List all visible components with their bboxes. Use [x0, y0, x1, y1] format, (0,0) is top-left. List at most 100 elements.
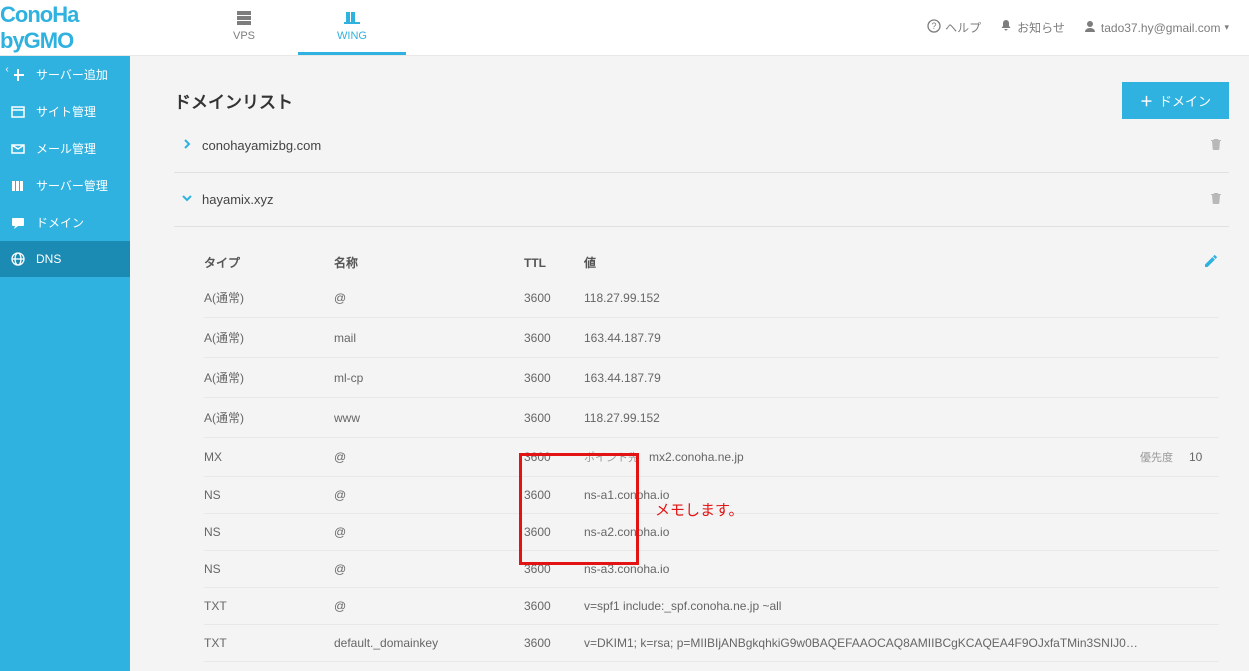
record-type: MX	[204, 450, 334, 464]
logo-subtext: byGMO	[0, 28, 73, 53]
record-type: A(通常)	[204, 289, 334, 306]
record-ttl: 3600	[524, 636, 584, 650]
record-value: 118.27.99.152	[584, 291, 660, 305]
notice-link[interactable]: お知らせ	[999, 19, 1065, 36]
top-right-menu: ? ヘルプ お知らせ tado37.hy@gmail.com ▾	[927, 0, 1249, 55]
sidebar-item-add-server[interactable]: サーバー追加	[0, 56, 130, 93]
record-ttl: 3600	[524, 450, 584, 464]
chevron-down-icon: ▾	[1224, 22, 1229, 33]
record-type: A(通常)	[204, 369, 334, 386]
record-value: mx2.conoha.ne.jp	[649, 450, 744, 464]
window-icon	[10, 104, 26, 120]
record-type: NS	[204, 488, 334, 502]
dns-header-row: タイプ 名称 TTL 値	[204, 253, 1219, 278]
help-link[interactable]: ? ヘルプ	[927, 19, 981, 36]
record-type: TXT	[204, 636, 334, 650]
tab-vps[interactable]: VPS	[190, 0, 298, 55]
record-type: A(通常)	[204, 409, 334, 426]
sidebar-item-label: ドメイン	[36, 214, 84, 231]
main-panel: ドメインリスト ＋ ドメイン conohayamizbg.com hayamix.…	[130, 56, 1249, 671]
record-value: v=DKIM1; k=rsa; p=MIIBIjANBgkqhkiG9w0BAQ…	[584, 636, 1138, 650]
sidebar-item-site[interactable]: サイト管理	[0, 93, 130, 130]
user-email: tado37.hy@gmail.com	[1101, 21, 1221, 35]
record-value: ns-a3.conoha.io	[584, 562, 669, 576]
record-value: ns-a1.conoha.io	[584, 488, 669, 502]
content-area: ‹ サーバー追加サイト管理メール管理サーバー管理ドメイン DNS ドメインリスト …	[0, 56, 1249, 671]
domain-row[interactable]: conohayamizbg.com	[174, 119, 1229, 173]
record-name: ml-cp	[334, 371, 524, 385]
chat-icon	[10, 215, 26, 231]
page-header: ドメインリスト ＋ ドメイン	[174, 82, 1229, 119]
dns-record-row: MX@3600ポイント先 mx2.conoha.ne.jp 優先度 10	[204, 438, 1219, 477]
record-type: NS	[204, 562, 334, 576]
dns-record-row: A(通常)mail3600163.44.187.79	[204, 318, 1219, 358]
tab-wing-label: WING	[337, 30, 367, 42]
record-type: TXT	[204, 599, 334, 613]
record-value-cell: 163.44.187.79	[584, 371, 1219, 385]
books-icon	[10, 178, 26, 194]
col-ttl-header: TTL	[524, 256, 584, 270]
logo-text: ConoHa	[0, 2, 78, 27]
record-ttl: 3600	[524, 599, 584, 613]
col-name-header: 名称	[334, 254, 524, 271]
record-value-cell: 118.27.99.152	[584, 411, 1219, 425]
record-value-cell: 118.27.99.152	[584, 291, 1219, 305]
record-name: @	[334, 562, 524, 576]
record-name: @	[334, 525, 524, 539]
record-value: 163.44.187.79	[584, 371, 661, 385]
record-ttl: 3600	[524, 488, 584, 502]
sidebar-item-server[interactable]: サーバー管理	[0, 167, 130, 204]
mx-priority-value: 10	[1189, 450, 1219, 464]
delete-domain-button[interactable]	[1209, 137, 1223, 154]
svg-text:?: ?	[932, 21, 937, 31]
sidebar-collapse-button[interactable]: ‹	[0, 60, 14, 78]
bell-icon	[999, 19, 1013, 36]
record-ttl: 3600	[524, 411, 584, 425]
sidebar-item-dns[interactable]: DNS	[0, 241, 130, 277]
edit-records-button[interactable]	[1203, 253, 1219, 272]
domain-row[interactable]: hayamix.xyz	[174, 173, 1229, 227]
record-name: www	[334, 411, 524, 425]
record-value-cell: v=spf1 include:_spf.conoha.ne.jp ~all	[584, 599, 1219, 613]
mx-pointer-label: ポイント先	[584, 449, 639, 465]
dns-record-row: NS@3600ns-a1.conoha.io	[204, 477, 1219, 514]
record-ttl: 3600	[524, 562, 584, 576]
chevron-down-icon	[180, 191, 202, 208]
record-name: mail	[334, 331, 524, 345]
sidebar-item-label: サイト管理	[36, 103, 96, 120]
record-name: @	[334, 450, 524, 464]
dns-record-row: NS@3600ns-a3.conoha.io	[204, 551, 1219, 588]
dns-record-row: TXTdefault._domainkey3600v=DKIM1; k=rsa;…	[204, 625, 1219, 662]
dns-record-row: A(通常)www3600118.27.99.152	[204, 398, 1219, 438]
record-value-cell: ns-a1.conoha.io	[584, 488, 1219, 502]
dns-record-row: TXT@3600v=spf1 include:_spf.conoha.ne.jp…	[204, 588, 1219, 625]
delete-domain-button[interactable]	[1209, 191, 1223, 208]
domain-name: conohayamizbg.com	[202, 138, 321, 153]
sidebar-item-domain[interactable]: ドメイン	[0, 204, 130, 241]
user-icon	[1083, 19, 1097, 36]
record-ttl: 3600	[524, 371, 584, 385]
tab-wing[interactable]: WING	[298, 0, 406, 55]
record-value-cell: ポイント先 mx2.conoha.ne.jp 優先度 10	[584, 449, 1219, 465]
record-ttl: 3600	[524, 331, 584, 345]
record-value: v=spf1 include:_spf.conoha.ne.jp ~all	[584, 599, 781, 613]
add-domain-button[interactable]: ＋ ドメイン	[1122, 82, 1229, 119]
globe-icon	[10, 251, 26, 267]
help-label: ヘルプ	[945, 19, 981, 36]
sidebar-item-label: DNS	[36, 252, 61, 266]
sidebar-item-mail[interactable]: メール管理	[0, 130, 130, 167]
record-name: default._domainkey	[334, 636, 524, 650]
mx-priority-label: 優先度	[1140, 449, 1173, 465]
top-bar: ConoHa byGMO VPS WING ? ヘルプ	[0, 0, 1249, 56]
logo[interactable]: ConoHa byGMO	[0, 0, 130, 55]
vps-icon	[234, 10, 254, 26]
record-type: NS	[204, 525, 334, 539]
record-ttl: 3600	[524, 525, 584, 539]
sidebar-item-label: サーバー管理	[36, 177, 108, 194]
record-value-cell: ns-a2.conoha.io	[584, 525, 1219, 539]
user-menu[interactable]: tado37.hy@gmail.com ▾	[1083, 19, 1229, 36]
record-name: @	[334, 488, 524, 502]
notice-label: お知らせ	[1017, 19, 1065, 36]
mail-icon	[10, 141, 26, 157]
record-name: @	[334, 291, 524, 305]
